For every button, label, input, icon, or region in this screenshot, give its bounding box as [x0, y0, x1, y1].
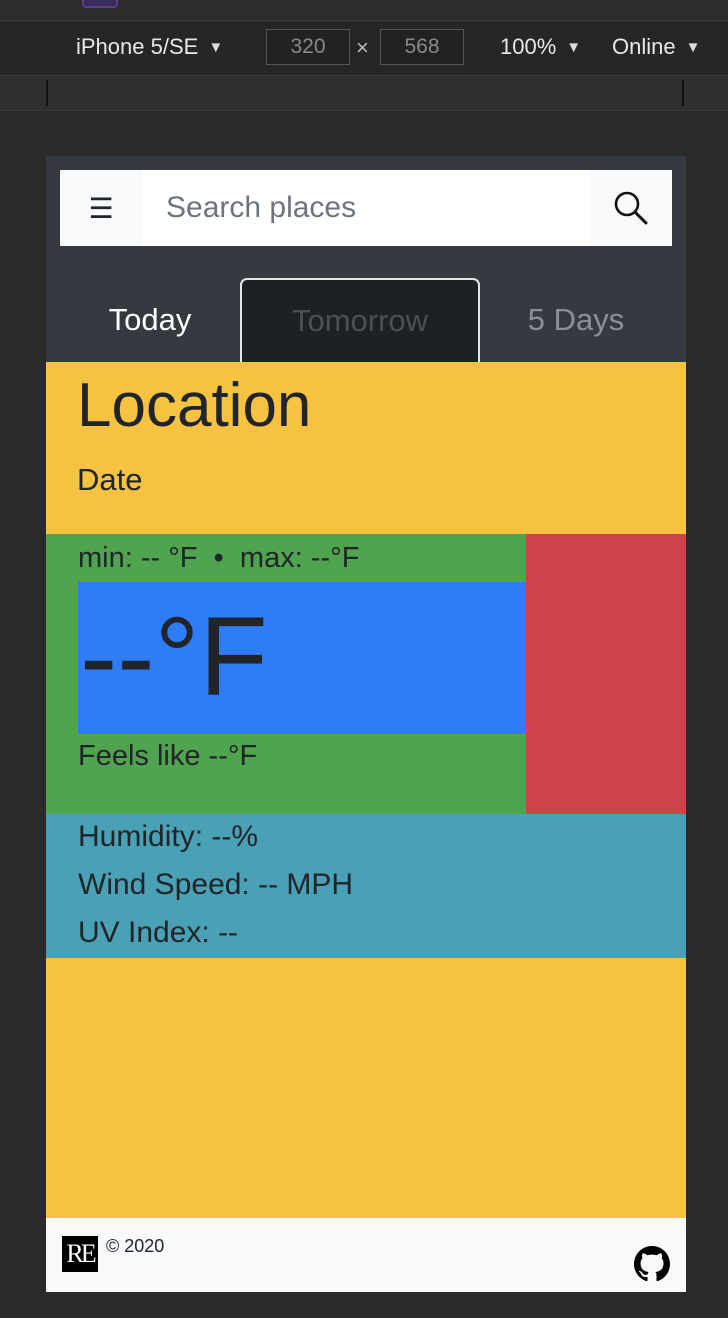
- device-viewport: ☰ Today Tomorrow 5 Days Location Date mi…: [46, 156, 686, 1292]
- weather-details: Humidity: --% Wind Speed: -- MPH UV Inde…: [46, 814, 686, 958]
- temperature-section: min: -- °F • max: --°F --°F Feels like -…: [46, 534, 686, 814]
- chevron-down-icon: ▼: [566, 38, 582, 56]
- location-section: Location Date: [46, 362, 686, 534]
- tab-favicon-fragment: [82, 0, 118, 8]
- copyright: © 2020: [106, 1236, 165, 1256]
- ruler-marker: [682, 80, 684, 106]
- media-query-bar: [0, 76, 728, 111]
- device-select[interactable]: iPhone 5/SE ▼: [76, 34, 223, 60]
- hamburger-icon: ☰: [88, 192, 114, 224]
- zoom-select-label: 100%: [500, 34, 557, 59]
- tab-5-days[interactable]: 5 Days: [480, 278, 672, 362]
- min-max-temperature: min: -- °F • max: --°F: [78, 542, 360, 574]
- date-label: Date: [77, 462, 143, 497]
- current-temperature: --°F: [80, 594, 268, 719]
- current-temperature-box: --°F: [78, 582, 526, 734]
- chevron-down-icon: ▼: [208, 38, 224, 56]
- github-icon[interactable]: [634, 1246, 670, 1282]
- dimension-separator: ×: [356, 35, 369, 60]
- device-toolbar: iPhone 5/SE ▼ 320 × 568 100% ▼ Online ▼: [0, 21, 728, 76]
- menu-button[interactable]: ☰: [60, 170, 142, 246]
- throttle-select-label: Online: [612, 34, 676, 59]
- tab-today[interactable]: Today: [60, 278, 240, 362]
- search-button[interactable]: [590, 170, 672, 246]
- logo: RE: [62, 1236, 98, 1272]
- search-icon: [614, 191, 648, 225]
- navbar: ☰ Today Tomorrow 5 Days: [46, 156, 686, 362]
- search-bar: ☰: [60, 170, 672, 246]
- width-input[interactable]: 320: [266, 29, 350, 65]
- chevron-down-icon: ▼: [685, 38, 701, 56]
- uv-index: UV Index: --: [78, 916, 239, 949]
- zoom-select[interactable]: 100% ▼: [500, 34, 581, 60]
- footer: RE © 2020: [46, 1218, 686, 1292]
- location-title: Location: [77, 371, 312, 440]
- device-select-label: iPhone 5/SE: [76, 34, 199, 59]
- wind-speed: Wind Speed: -- MPH: [78, 868, 354, 901]
- browser-tab-strip: [0, 0, 728, 21]
- ruler-marker: [46, 80, 48, 106]
- feels-like: Feels like --°F: [78, 740, 258, 772]
- forecast-tabs: Today Tomorrow 5 Days: [46, 278, 686, 362]
- temperature-panel: min: -- °F • max: --°F --°F Feels like -…: [46, 534, 526, 814]
- height-input[interactable]: 568: [380, 29, 464, 65]
- weather-icon-panel: [526, 534, 686, 814]
- throttle-select[interactable]: Online ▼: [612, 34, 700, 60]
- humidity: Humidity: --%: [78, 820, 259, 853]
- search-input[interactable]: [142, 170, 590, 246]
- tab-tomorrow[interactable]: Tomorrow: [240, 278, 480, 362]
